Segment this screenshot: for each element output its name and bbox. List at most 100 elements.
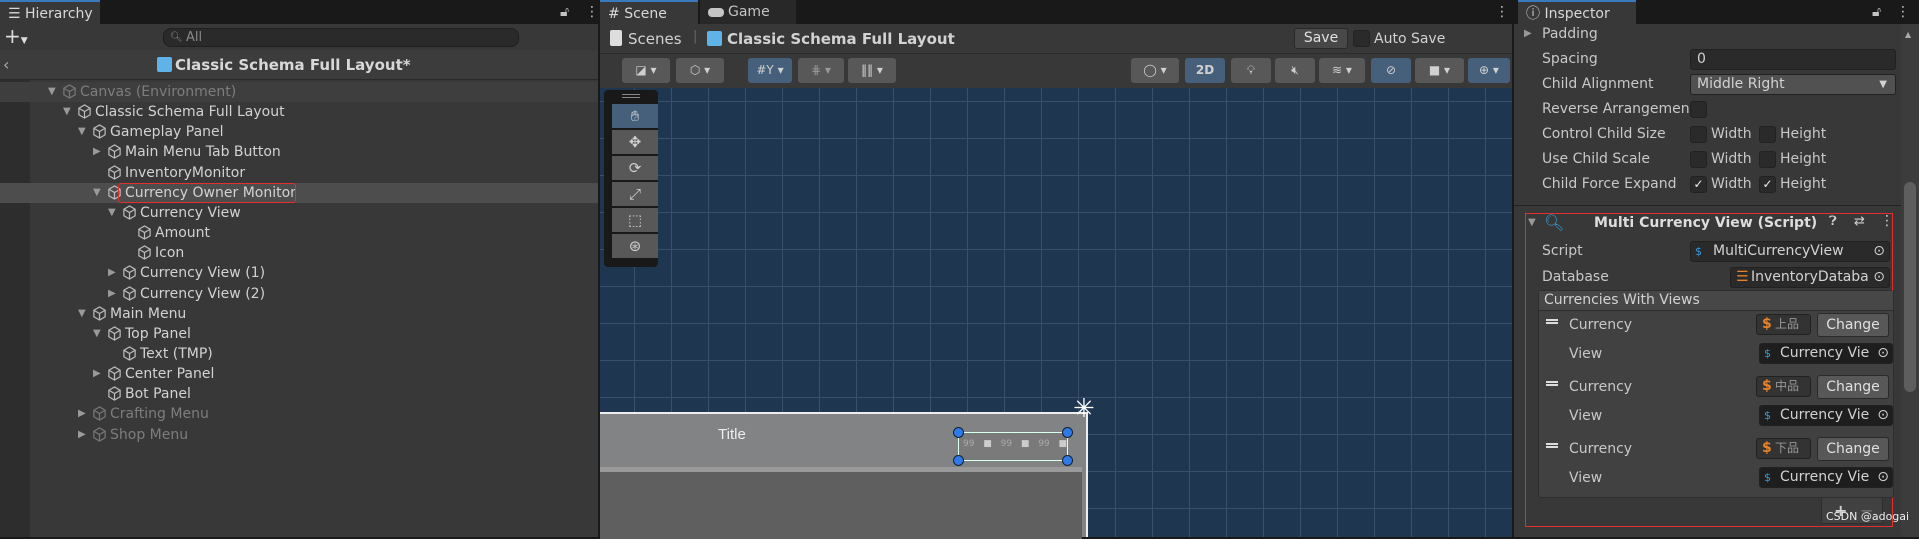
resize-handle[interactable] <box>1062 427 1073 438</box>
rotate-tool[interactable]: ⟳ <box>612 156 658 180</box>
expand-open-icon[interactable]: ▼ <box>93 324 101 344</box>
shading-dropdown[interactable]: ◯ ▾ <box>1131 58 1179 83</box>
view-field[interactable]: $ Currency Vie ⊙ <box>1759 343 1893 364</box>
object-picker-icon[interactable]: ⊙ <box>1873 242 1885 261</box>
hierarchy-item[interactable]: Icon <box>0 243 598 263</box>
grid-snap-toggle[interactable]: #Y ▾ <box>748 58 792 83</box>
hidden-objects-toggle[interactable]: ⊘ <box>1371 58 1411 83</box>
expand-height-checkbox[interactable]: ✓ <box>1759 176 1776 193</box>
scale-width-checkbox[interactable] <box>1690 151 1707 168</box>
currency-views-selection[interactable]: 99 ■ 99 ■ 99 ■ <box>953 427 1073 466</box>
resize-handle[interactable] <box>1062 455 1073 466</box>
currency-field[interactable]: $ 中品 <box>1756 376 1811 397</box>
breadcrumb-scenes[interactable]: Scenes <box>628 30 682 48</box>
move-tool[interactable]: ✥ <box>612 130 658 154</box>
effects-dropdown[interactable]: ≋ ▾ <box>1319 58 1365 83</box>
hierarchy-item[interactable]: ▼ Gameplay Panel <box>0 122 598 142</box>
tab-scene[interactable]: # Scene <box>600 0 698 24</box>
back-icon[interactable]: ‹ <box>3 55 9 74</box>
reorder-handle-icon[interactable] <box>1546 319 1558 324</box>
hierarchy-item[interactable]: ▼ Top Panel <box>0 324 598 344</box>
padding-expander-icon[interactable]: ▶ <box>1524 28 1532 39</box>
expand-closed-icon[interactable]: ▶ <box>93 142 101 162</box>
control-width-checkbox[interactable] <box>1690 126 1707 143</box>
expand-closed-icon[interactable]: ▶ <box>78 404 86 424</box>
resize-handle[interactable] <box>953 427 964 438</box>
expand-open-icon[interactable]: ▼ <box>48 82 56 102</box>
hierarchy-item[interactable]: ▶ Shop Menu <box>0 425 598 445</box>
lock-icon[interactable]: 🔓︎ <box>560 4 569 20</box>
resize-handle[interactable] <box>953 455 964 466</box>
view-field[interactable]: $ Currency Vie ⊙ <box>1759 467 1893 488</box>
hierarchy-item[interactable]: ▼ Main Menu <box>0 304 598 324</box>
scale-tool[interactable]: ⤢ <box>612 182 658 206</box>
spacing-field[interactable]: 0 <box>1690 49 1896 70</box>
expand-closed-icon[interactable]: ▶ <box>108 263 116 283</box>
expand-open-icon[interactable]: ▼ <box>63 102 71 122</box>
hierarchy-item[interactable]: Amount <box>0 223 598 243</box>
tab-game[interactable]: Game <box>700 0 796 24</box>
currency-field[interactable]: $ 下品 <box>1756 438 1811 459</box>
expand-closed-icon[interactable]: ▶ <box>108 284 116 304</box>
component-menu-icon[interactable]: ⋮ <box>1880 213 1894 229</box>
script-field[interactable]: $ MultiCurrencyView ⊙ <box>1690 241 1890 262</box>
snap-toggle[interactable]: ⋕ ▾ <box>798 58 844 83</box>
2d-toggle[interactable]: 2D <box>1185 58 1225 83</box>
save-button[interactable]: Save <box>1294 28 1348 49</box>
view-field[interactable]: $ Currency Vie ⊙ <box>1759 405 1893 426</box>
lighting-toggle[interactable]: 💡︎ <box>1231 58 1271 83</box>
more-icon[interactable]: ⋮ <box>1495 4 1509 20</box>
audio-toggle[interactable]: 🔇︎ <box>1275 58 1315 83</box>
help-icon[interactable]: ❓︎ <box>1829 214 1837 229</box>
change-button[interactable]: Change <box>1817 437 1889 461</box>
anchor-icon[interactable]: ✳ <box>1073 396 1095 422</box>
hierarchy-item[interactable]: ▶ Currency View (1) <box>0 263 598 283</box>
object-picker-icon[interactable]: ⊙ <box>1875 344 1889 363</box>
camera-dropdown[interactable]: ■ ▾ <box>1415 58 1464 83</box>
reorder-handle-icon[interactable] <box>1546 381 1558 386</box>
expand-closed-icon[interactable]: ▶ <box>78 425 86 445</box>
hand-tool[interactable]: ✋︎ <box>612 104 658 128</box>
reorder-handle-icon[interactable] <box>1546 443 1558 448</box>
change-button[interactable]: Change <box>1817 313 1889 337</box>
hierarchy-item[interactable]: ▶ Currency View (2) <box>0 284 598 304</box>
drag-handle-icon[interactable] <box>622 94 640 98</box>
hierarchy-item[interactable]: Text (TMP) <box>0 344 598 364</box>
expand-open-icon[interactable]: ▼ <box>93 183 101 203</box>
hierarchy-item[interactable]: ▶ Center Panel <box>0 364 598 384</box>
hierarchy-item[interactable]: ▼ Currency Owner Monitor <box>0 182 598 203</box>
transform-tool[interactable]: ⊛ <box>612 234 658 258</box>
expand-open-icon[interactable]: ▼ <box>78 304 86 324</box>
more-icon[interactable]: ⋮ <box>1896 4 1910 20</box>
reverse-arrangement-checkbox[interactable] <box>1690 101 1707 118</box>
presets-icon[interactable]: ⇄ <box>1854 214 1865 229</box>
add-button[interactable]: +▼ <box>4 24 28 53</box>
tab-hierarchy[interactable]: ☰ Hierarchy <box>0 0 100 24</box>
increment-snap-dropdown[interactable]: ‖‖ ▾ <box>848 58 896 83</box>
gizmos-dropdown[interactable]: ⊕ ▾ <box>1468 58 1510 83</box>
expand-open-icon[interactable]: ▼ <box>108 203 116 223</box>
database-field[interactable]: ☰ InventoryDataba ⊙ <box>1730 267 1890 288</box>
component-expander-icon[interactable]: ▼ <box>1528 217 1536 228</box>
scale-height-checkbox[interactable] <box>1759 151 1776 168</box>
scene-viewport[interactable]: ✋︎ ✥ ⟳ ⤢ ⬚ ⊛ Title 99 ■ 99 ■ 99 ■ ✳ <box>600 88 1512 539</box>
scroll-up-icon[interactable]: ▲ <box>1905 30 1911 39</box>
child-alignment-dropdown[interactable]: Middle Right ▼ <box>1690 74 1896 95</box>
breadcrumb-prefab[interactable]: Classic Schema Full Layout <box>727 30 955 48</box>
object-picker-icon[interactable]: ⊙ <box>1875 406 1889 425</box>
hierarchy-item[interactable]: ▶ Main Menu Tab Button <box>0 142 598 162</box>
hierarchy-item[interactable]: ▶ Crafting Menu <box>0 404 598 424</box>
control-height-checkbox[interactable] <box>1759 126 1776 143</box>
hierarchy-item[interactable]: ▼ Canvas (Environment) <box>0 82 598 102</box>
object-picker-icon[interactable]: ⊙ <box>1871 268 1885 287</box>
hierarchy-item[interactable]: InventoryMonitor <box>0 163 598 183</box>
more-icon[interactable]: ⋮ <box>585 4 599 20</box>
expand-open-icon[interactable]: ▼ <box>78 122 86 142</box>
hierarchy-item[interactable]: Bot Panel <box>0 384 598 404</box>
rect-tool[interactable]: ⬚ <box>612 208 658 232</box>
expand-closed-icon[interactable]: ▶ <box>93 364 101 384</box>
auto-save-checkbox[interactable] <box>1353 30 1370 47</box>
padding-label[interactable]: Padding <box>1542 26 1598 42</box>
search-input[interactable]: 🔍︎ All <box>163 28 519 47</box>
object-picker-icon[interactable]: ⊙ <box>1875 468 1889 487</box>
